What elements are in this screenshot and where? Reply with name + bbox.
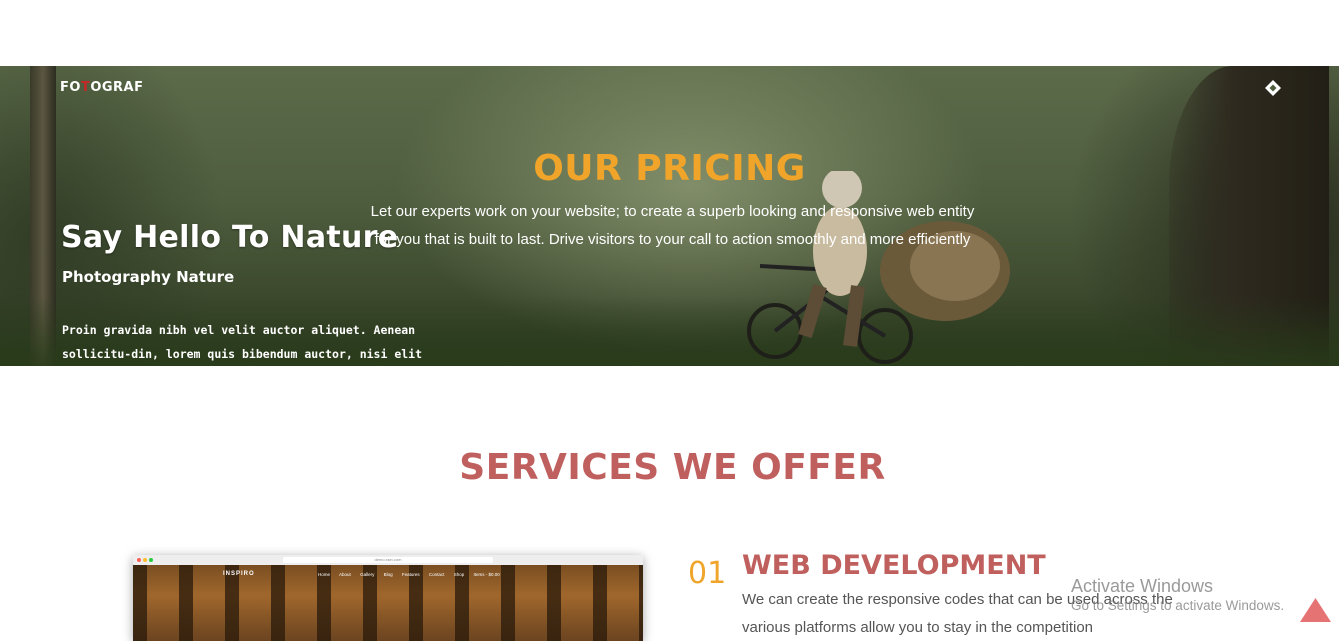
diamond-menu-icon[interactable] [1265, 80, 1281, 96]
close-dot-icon [137, 558, 141, 562]
pricing-title: OUR PRICING [533, 148, 806, 189]
preview-nav-item: Gallery [360, 572, 375, 577]
service-title: WEB DEVELOPMENT [742, 550, 1046, 581]
preview-url: demo.xsin.com [283, 557, 493, 563]
web-development-preview: demo.xsin.com INSPIRO Home About Gallery… [133, 555, 643, 641]
service-number: 01 [688, 556, 727, 591]
browser-bar: demo.xsin.com [133, 555, 643, 565]
preview-nav-item: Features [401, 572, 420, 577]
services-title: SERVICES WE OFFER [459, 447, 886, 488]
preview-site-nav: Home About Gallery Blog Features Contact… [318, 572, 508, 577]
preview-site: INSPIRO Home About Gallery Blog Features… [133, 565, 643, 641]
minimize-dot-icon [143, 558, 147, 562]
preview-site-logo: INSPIRO [223, 571, 255, 577]
preview-nav-item: Items - $0.00 [473, 572, 500, 577]
maximize-dot-icon [149, 558, 153, 562]
pricing-hero: FOTOGRAF Say Hello To Nature Photography… [0, 66, 1339, 366]
background-headline: Say Hello To Nature [61, 220, 399, 255]
site-logo[interactable]: FOTOGRAF [60, 80, 144, 95]
preview-nav-item: Shop [453, 572, 465, 577]
preview-nav-item: About [339, 572, 351, 577]
windows-activation-watermark: Activate Windows Go to Settings to activ… [1071, 576, 1284, 613]
pricing-description: Let our experts work on your website; to… [370, 203, 975, 248]
triangle-up-icon [1300, 598, 1331, 622]
preview-nav-item: Home [318, 572, 331, 577]
background-paragraph: Proin gravida nibh vel velit auctor aliq… [62, 323, 423, 361]
preview-nav-item: Contact [428, 572, 445, 577]
back-to-top-button[interactable] [1300, 598, 1331, 622]
activate-line-2: Go to Settings to activate Windows. [1071, 598, 1285, 613]
background-subheadline: Photography Nature [62, 268, 235, 286]
activate-line-1: Activate Windows [1071, 576, 1214, 596]
preview-nav-item: Blog [383, 572, 393, 577]
